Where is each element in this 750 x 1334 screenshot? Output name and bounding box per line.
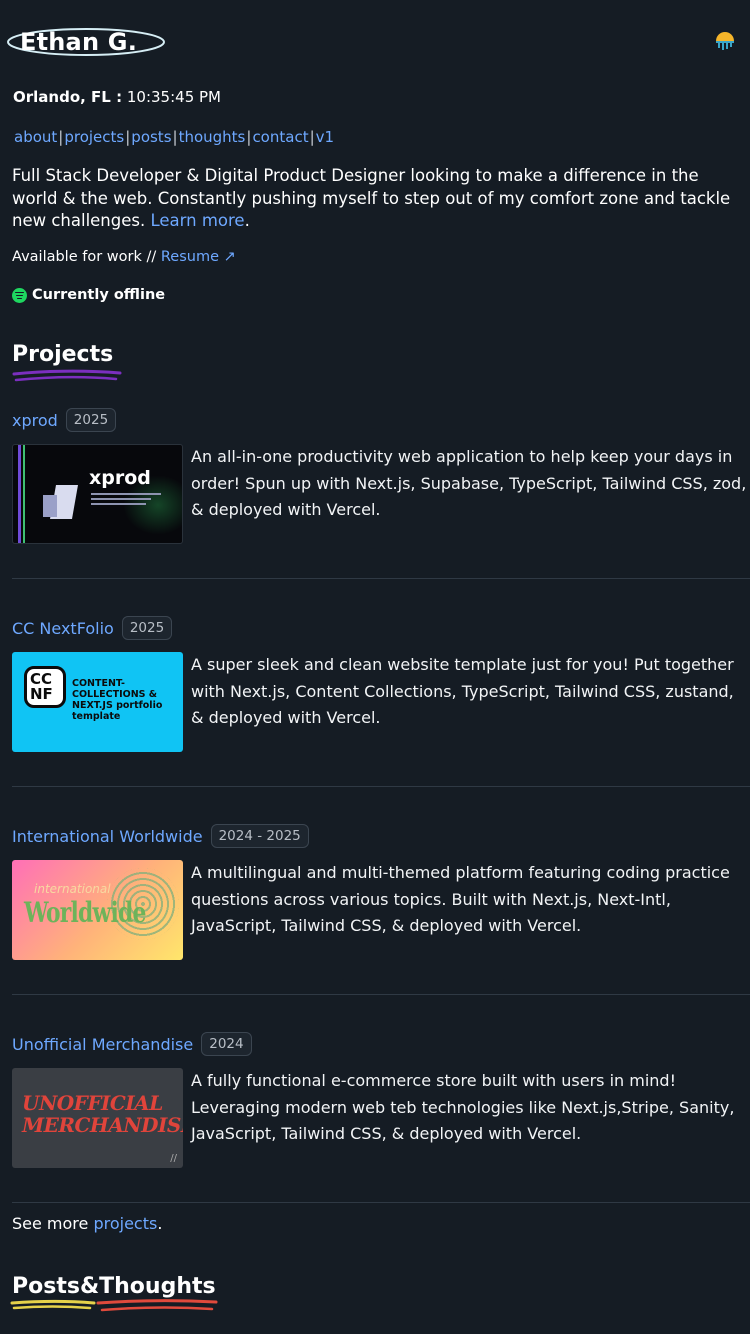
project-description: An all-in-one productivity web applicati… <box>191 447 747 519</box>
project-title-link[interactable]: xprod <box>12 411 58 430</box>
thumb-text: Worldwide <box>24 896 146 929</box>
availability-text: Available for work // <box>12 249 157 265</box>
site-name: Ethan G. <box>20 28 138 56</box>
thumb-subtext-decoration: international <box>34 882 111 896</box>
project-thumbnail[interactable]: CC NF CONTENT-COLLECTIONS & NEXT.JS portf… <box>12 652 183 752</box>
project-title-link[interactable]: Unofficial Merchandise <box>12 1035 193 1054</box>
nav-thoughts[interactable]: thoughts <box>179 128 246 146</box>
project-year-badge: 2025 <box>121 616 173 640</box>
resume-link[interactable]: Resume ↗ <box>161 249 236 265</box>
projects-underline-decoration <box>12 369 122 382</box>
location-city: Orlando, FL : <box>13 88 123 106</box>
thumb-text: xprod <box>89 467 151 489</box>
site-name-link[interactable]: Ethan G. <box>6 26 166 58</box>
divider <box>12 578 750 579</box>
see-more: See more projects. <box>12 1214 162 1233</box>
projects-heading: Projects <box>12 342 114 367</box>
project-card: CC NextFolio 2025 CC NF CONTENT-COLLECTIO… <box>12 614 750 752</box>
thumb-mark-decoration: // <box>170 1153 177 1164</box>
nav-projects[interactable]: projects <box>64 128 124 146</box>
bio-period: . <box>244 211 250 230</box>
project-title-link[interactable]: International Worldwide <box>12 827 203 846</box>
posts-thoughts-heading: Posts&Thoughts <box>12 1274 216 1299</box>
project-description: A fully functional e-commerce store buil… <box>191 1071 735 1143</box>
see-more-text: See more <box>12 1214 94 1233</box>
project-thumbnail[interactable]: xprod <box>12 444 183 544</box>
divider <box>12 1202 750 1203</box>
project-card: xprod 2025 xprod An all-in-one productiv… <box>12 406 750 544</box>
nav-about[interactable]: about <box>14 128 57 146</box>
nav-separator: | <box>309 128 315 146</box>
divider <box>12 994 750 995</box>
status-text: Currently offline <box>32 287 166 303</box>
project-title-link[interactable]: CC NextFolio <box>12 619 114 638</box>
logo-icon[interactable] <box>714 30 736 52</box>
project-card: International Worldwide 2024 - 2025 inte… <box>12 822 750 960</box>
nav-separator: | <box>172 128 178 146</box>
project-year-badge: 2025 <box>65 408 117 432</box>
see-more-period: . <box>157 1214 163 1233</box>
project-card: Unofficial Merchandise 2024 UNOFFICIAL M… <box>12 1030 750 1168</box>
main-nav: about|projects|posts|thoughts|contact|v1 <box>14 128 334 146</box>
learn-more-link[interactable]: Learn more <box>150 211 244 230</box>
location-time: Orlando, FL : 10:35:45 PM <box>13 88 221 106</box>
thumb-text: UNOFFICIAL MERCHANDISE <box>22 1091 183 1137</box>
spotify-icon <box>12 287 27 303</box>
see-more-projects-link[interactable]: projects <box>93 1214 157 1233</box>
posts-underline-decoration <box>10 1299 218 1312</box>
nav-v1[interactable]: v1 <box>316 128 334 146</box>
project-description: A super sleek and clean website template… <box>191 655 734 727</box>
spotify-status: Currently offline <box>12 287 165 303</box>
project-year-badge: 2024 <box>201 1032 252 1056</box>
project-thumbnail[interactable]: UNOFFICIAL MERCHANDISE // <box>12 1068 183 1168</box>
nav-posts[interactable]: posts <box>131 128 171 146</box>
project-year-badge: 2024 - 2025 <box>210 824 309 848</box>
local-time: 10:35:45 PM <box>126 88 221 106</box>
cc-logo-icon: CC NF <box>30 670 53 703</box>
divider <box>12 786 750 787</box>
header: Ethan G. <box>0 0 750 80</box>
bio-text: Full Stack Developer & Digital Product D… <box>12 166 731 230</box>
thumb-text: CONTENT-COLLECTIONS & NEXT.JS portfolio … <box>72 678 163 722</box>
project-description: A multilingual and multi-themed platform… <box>191 863 730 935</box>
bio-paragraph: Full Stack Developer & Digital Product D… <box>12 165 738 233</box>
availability: Available for work // Resume ↗ <box>12 249 236 265</box>
nav-contact[interactable]: contact <box>252 128 308 146</box>
project-thumbnail[interactable]: international Worldwide <box>12 860 183 960</box>
